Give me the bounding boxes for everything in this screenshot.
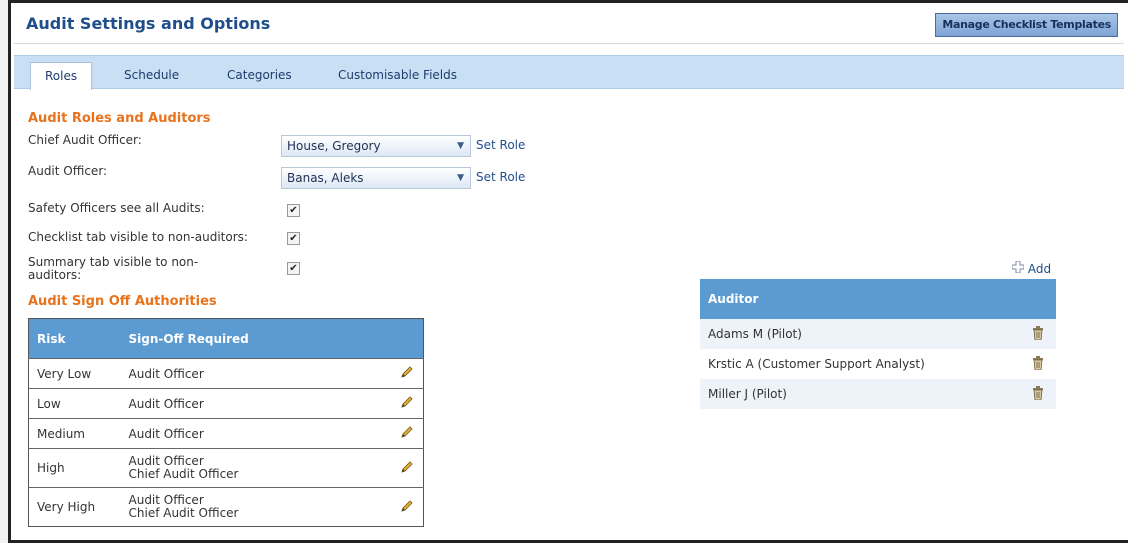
- add-auditor-label: Add: [1027, 262, 1052, 276]
- edit-cell: [391, 448, 424, 488]
- edit-cell: [391, 487, 424, 527]
- auditors-table: Auditor Adams M (Pilot) Krstic A (Custom…: [700, 279, 1056, 409]
- audit-roles-title: Audit Roles and Auditors: [28, 111, 211, 126]
- summary-visible-checkbox[interactable]: ✔: [287, 262, 300, 275]
- sign-off-header-row: Risk Sign-Off Required: [28, 318, 424, 359]
- checklist-visible-label: Checklist tab visible to non-auditors:: [28, 230, 248, 244]
- audit-officer-label: Audit Officer:: [28, 164, 108, 178]
- page-title: Audit Settings and Options: [26, 14, 271, 33]
- table-row: Very High Audit Officer Chief Audit Offi…: [28, 487, 424, 527]
- auditor-name-cell: Krstic A (Customer Support Analyst): [708, 357, 925, 371]
- risk-cell: Low: [28, 388, 121, 419]
- auditor-column-header: Auditor: [700, 279, 1020, 319]
- pencil-icon[interactable]: [400, 460, 414, 477]
- trash-icon[interactable]: [1032, 385, 1044, 403]
- chevron-down-icon: ▼: [457, 173, 464, 183]
- sign-off-line: Audit Officer: [128, 426, 204, 441]
- auditor-name-cell: Miller J (Pilot): [700, 379, 1020, 409]
- sign-off-cell: Audit Officer: [120, 388, 392, 419]
- table-row: Adams M (Pilot): [700, 319, 1056, 349]
- chevron-down-icon: ▼: [457, 141, 464, 151]
- table-row: Low Audit Officer: [28, 388, 424, 419]
- sign-off-line: Chief Audit Officer: [128, 506, 239, 520]
- table-row: Krstic A (Customer Support Analyst): [700, 349, 1056, 379]
- edit-column-header: [391, 318, 424, 359]
- add-auditor-link[interactable]: Add: [1011, 260, 1052, 276]
- delete-column-header: [1020, 279, 1056, 319]
- delete-cell: [1020, 349, 1056, 379]
- risk-column-header: Risk: [28, 318, 121, 359]
- table-row: Medium Audit Officer: [28, 418, 424, 449]
- auditor-name-cell: Adams M (Pilot): [700, 319, 1020, 349]
- set-role-officer-link[interactable]: Set Role: [476, 170, 525, 184]
- checklist-visible-checkbox[interactable]: ✔: [287, 232, 300, 245]
- sign-off-table: Risk Sign-Off Required Very Low Audit Of…: [28, 318, 424, 527]
- tab-schedule[interactable]: Schedule: [110, 62, 193, 90]
- left-edge-bar: [0, 0, 8, 543]
- risk-cell: Medium: [28, 418, 121, 449]
- table-row: High Audit Officer Chief Audit Officer: [28, 448, 424, 488]
- tab-categories[interactable]: Categories: [213, 62, 306, 90]
- sign-off-cell: Audit Officer: [120, 418, 392, 449]
- trash-icon[interactable]: [1032, 325, 1044, 343]
- safety-officers-checkbox[interactable]: ✔: [287, 204, 300, 217]
- edit-cell: [391, 358, 424, 389]
- add-icon: [1011, 260, 1025, 276]
- sign-off-cell: Audit Officer Chief Audit Officer: [120, 487, 392, 527]
- table-row: Very Low Audit Officer: [28, 358, 424, 389]
- pencil-icon[interactable]: [400, 395, 414, 412]
- risk-cell: Very Low: [28, 358, 121, 389]
- edit-cell: [391, 388, 424, 419]
- tab-roles[interactable]: Roles: [30, 62, 93, 90]
- summary-visible-label-line2: auditors:: [28, 268, 82, 282]
- sign-off-authorities-title: Audit Sign Off Authorities: [28, 294, 217, 309]
- chief-audit-officer-label: Chief Audit Officer:: [28, 133, 142, 147]
- sign-off-line: Audit Officer: [128, 396, 204, 411]
- set-role-chief-link[interactable]: Set Role: [476, 138, 525, 152]
- table-row: Miller J (Pilot): [700, 379, 1056, 409]
- sign-off-line: Chief Audit Officer: [128, 467, 239, 481]
- risk-cell: High: [28, 448, 121, 488]
- sign-off-cell: Audit Officer Chief Audit Officer: [120, 448, 392, 488]
- audit-officer-value: Banas, Aleks: [287, 171, 364, 185]
- delete-cell: [1020, 319, 1056, 349]
- risk-cell: Very High: [28, 487, 121, 527]
- pencil-icon[interactable]: [400, 365, 414, 382]
- page-header: Audit Settings and Options Manage Checkl…: [14, 10, 1124, 44]
- chief-audit-officer-value: House, Gregory: [287, 139, 381, 153]
- trash-icon[interactable]: [1032, 355, 1044, 373]
- manage-checklist-templates-button[interactable]: Manage Checklist Templates: [935, 13, 1118, 37]
- summary-visible-label: Summary tab visible to non- auditors:: [28, 256, 198, 282]
- audit-officer-select[interactable]: Banas, Aleks ▼: [281, 167, 471, 189]
- safety-officers-label: Safety Officers see all Audits:: [28, 201, 205, 215]
- pencil-icon[interactable]: [400, 499, 414, 516]
- sign-off-cell: Audit Officer: [120, 358, 392, 389]
- auditors-header-row: Auditor: [700, 279, 1056, 319]
- edit-cell: [391, 418, 424, 449]
- sign-off-line: Audit Officer: [128, 366, 204, 381]
- chief-audit-officer-select[interactable]: House, Gregory ▼: [281, 135, 471, 157]
- tab-bar: Roles Schedule Categories Customisable F…: [14, 55, 1124, 90]
- pencil-icon[interactable]: [400, 425, 414, 442]
- delete-cell: [1020, 379, 1056, 409]
- sign-off-required-column-header: Sign-Off Required: [120, 318, 392, 359]
- tab-customisable-fields[interactable]: Customisable Fields: [324, 62, 471, 90]
